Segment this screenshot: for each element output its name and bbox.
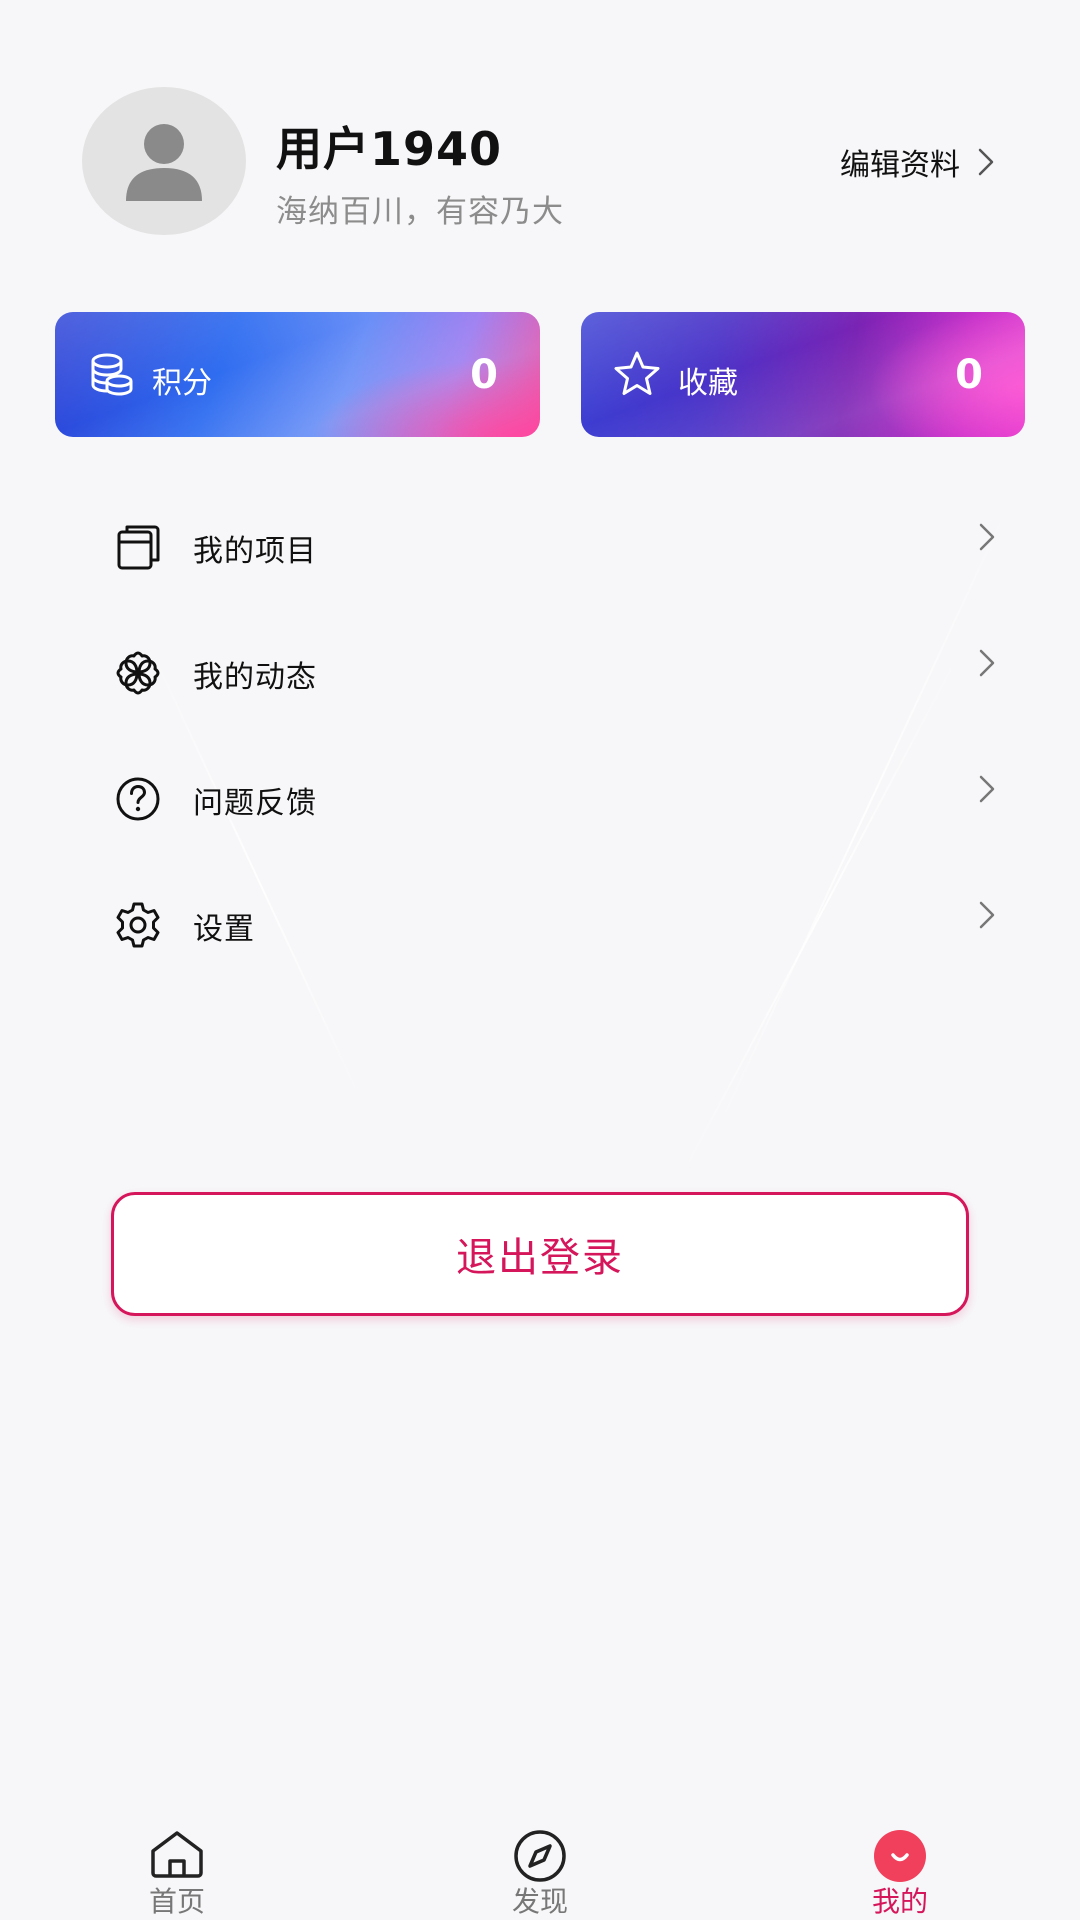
compass-icon xyxy=(514,1830,566,1882)
gear-icon xyxy=(116,902,160,948)
menu-item-my-activity[interactable]: 我的动态 xyxy=(55,618,1025,728)
user-bio: 海纳百川，有容乃大 xyxy=(276,194,564,230)
favorites-card[interactable]: 收藏 0 xyxy=(581,312,1025,437)
points-card[interactable]: 积分 0 xyxy=(55,312,540,437)
menu-item-feedback[interactable]: 问题反馈 xyxy=(55,744,1025,854)
tab-label: 首页 xyxy=(148,1885,205,1918)
menu-item-settings[interactable]: 设置 xyxy=(55,870,1025,980)
menu-label: 我的动态 xyxy=(193,660,317,695)
tab-label: 发现 xyxy=(511,1885,568,1918)
smile-icon xyxy=(874,1830,926,1882)
home-icon xyxy=(151,1831,203,1878)
chevron-right-icon xyxy=(979,649,995,677)
chevron-right-icon xyxy=(979,523,995,551)
profile-screen: 用户1940 海纳百川，有容乃大 编辑资料 积分 0 收藏 0 我的项目 我的动… xyxy=(0,0,1080,1920)
points-value: 0 xyxy=(470,352,498,398)
logout-button[interactable]: 退出登录 xyxy=(111,1192,969,1316)
username: 用户1940 xyxy=(276,122,503,176)
star-icon xyxy=(614,351,660,395)
tab-label: 我的 xyxy=(871,1885,928,1918)
edit-profile-link[interactable]: 编辑资料 xyxy=(840,140,994,184)
clover-icon xyxy=(116,651,160,695)
bottom-tab-bar: 首页 发现 我的 xyxy=(0,1808,1080,1920)
notebook-icon xyxy=(117,525,160,570)
favorites-label: 收藏 xyxy=(678,366,738,401)
menu-label: 我的项目 xyxy=(193,534,317,569)
favorites-value: 0 xyxy=(955,352,983,398)
user-silhouette-icon xyxy=(126,124,202,201)
menu-item-my-projects[interactable]: 我的项目 xyxy=(55,492,1025,602)
coins-icon xyxy=(91,353,133,396)
tab-discover[interactable]: 发现 xyxy=(460,1808,620,1920)
menu-label: 问题反馈 xyxy=(193,786,317,821)
avatar[interactable] xyxy=(82,87,246,235)
chevron-right-icon xyxy=(978,148,994,176)
menu-label: 设置 xyxy=(193,912,255,947)
chevron-right-icon xyxy=(979,901,995,929)
tab-mine[interactable]: 我的 xyxy=(820,1808,980,1920)
chevron-right-icon xyxy=(979,775,995,803)
question-circle-icon xyxy=(116,777,160,821)
points-label: 积分 xyxy=(152,366,212,401)
tab-home[interactable]: 首页 xyxy=(97,1808,257,1920)
edit-profile-label: 编辑资料 xyxy=(840,148,960,183)
